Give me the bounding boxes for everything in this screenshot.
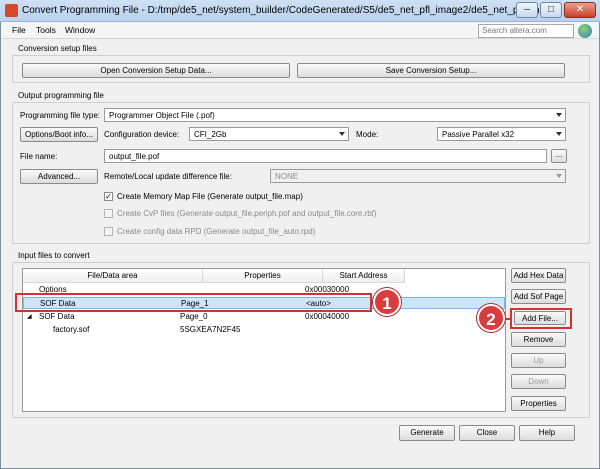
config-rpd-checkbox[interactable] <box>104 227 113 236</box>
quartus-app-icon <box>5 4 18 17</box>
chevron-down-icon <box>556 113 562 117</box>
column-header-file-data-area[interactable]: File/Data area <box>23 269 203 283</box>
column-header-start-address[interactable]: Start Address <box>323 269 405 283</box>
configuration-device-select[interactable]: CFI_2Gb <box>189 127 349 141</box>
file-type-label: Programming file type: <box>20 111 101 120</box>
annotation-highlight-sof-row <box>15 293 372 312</box>
output-programming-heading: Output programming file <box>18 91 104 100</box>
help-button[interactable]: Help <box>519 425 575 441</box>
remote-local-diff-value: NONE <box>275 172 299 181</box>
chevron-down-icon <box>339 132 345 136</box>
file-type-select[interactable]: Programmer Object File (.pof) <box>104 108 566 122</box>
generate-button[interactable]: Generate <box>399 425 455 441</box>
annotation-connector <box>504 318 511 320</box>
open-conversion-setup-button[interactable]: Open Conversion Setup Data... <box>22 63 290 78</box>
checkmark-icon: ✓ <box>105 192 112 201</box>
table-row[interactable]: factory.sof 5SGXEA7N2F45 <box>23 324 505 336</box>
remote-local-diff-label: Remote/Local update difference file: <box>104 172 232 181</box>
annotation-highlight-add-file <box>510 308 572 329</box>
menu-window[interactable]: Window <box>65 25 95 35</box>
advanced-button[interactable]: Advanced... <box>20 169 98 184</box>
configuration-device-value: CFI_2Gb <box>194 130 227 139</box>
table-row[interactable]: ◢ SOF Data Page_0 0x00040000 <box>23 311 505 323</box>
add-hex-data-button[interactable]: Add Hex Data <box>511 268 566 283</box>
minimize-icon[interactable]: – <box>516 2 538 18</box>
menu-file[interactable]: File <box>12 25 26 35</box>
row-name: SOF Data <box>39 312 75 321</box>
save-conversion-setup-button[interactable]: Save Conversion Setup... <box>297 63 565 78</box>
window-title: Convert Programming File - D:/tmp/de5_ne… <box>22 5 554 16</box>
row-properties: Page_0 <box>180 312 208 321</box>
annotation-badge-1: 1 <box>373 288 401 316</box>
row-start-address: 0x00040000 <box>305 312 350 321</box>
annotation-badge-2: 2 <box>477 304 505 332</box>
file-type-value: Programmer Object File (.pof) <box>109 111 215 120</box>
cvp-files-checkbox[interactable] <box>104 209 113 218</box>
configuration-device-label: Configuration device: <box>104 130 180 139</box>
memory-map-checkbox[interactable]: ✓ <box>104 192 113 201</box>
column-header-properties[interactable]: Properties <box>203 269 323 283</box>
mode-value: Passive Parallel x32 <box>442 130 515 139</box>
browse-button[interactable]: ... <box>551 149 567 163</box>
up-button[interactable]: Up <box>511 353 566 368</box>
input-files-table[interactable]: File/Data area Properties Start Address … <box>22 268 506 412</box>
globe-icon[interactable] <box>578 24 592 38</box>
options-boot-info-button[interactable]: Options/Boot info... <box>20 127 98 142</box>
mode-label: Mode: <box>356 130 379 139</box>
close-button[interactable]: Close <box>459 425 515 441</box>
config-rpd-label: Create config data RPD (Generate output_… <box>117 227 316 236</box>
chevron-down-icon <box>556 174 562 178</box>
file-name-label: File name: <box>20 152 58 161</box>
maximize-icon[interactable]: □ <box>540 2 562 18</box>
menu-tools[interactable]: Tools <box>36 25 56 35</box>
conversion-setup-heading: Conversion setup files <box>18 44 97 53</box>
search-input[interactable]: Search altera.com <box>478 24 574 38</box>
mode-select[interactable]: Passive Parallel x32 <box>437 127 566 141</box>
file-name-input[interactable]: output_file.pof <box>104 149 547 163</box>
down-button[interactable]: Down <box>511 374 566 389</box>
row-properties: 5SGXEA7N2F45 <box>180 325 241 334</box>
memory-map-label: Create Memory Map File (Generate output_… <box>117 192 303 201</box>
cvp-files-label: Create CvP files (Generate output_file.p… <box>117 209 377 218</box>
row-name: factory.sof <box>53 325 90 334</box>
remove-button[interactable]: Remove <box>511 332 566 347</box>
input-files-heading: Input files to convert <box>18 251 90 260</box>
expand-triangle-icon[interactable]: ◢ <box>27 311 32 323</box>
add-sof-page-button[interactable]: Add Sof Page <box>511 289 566 304</box>
remote-local-diff-select[interactable]: NONE <box>270 169 566 183</box>
properties-button[interactable]: Properties <box>511 396 566 411</box>
close-icon[interactable]: ✕ <box>564 2 596 18</box>
chevron-down-icon <box>556 132 562 136</box>
